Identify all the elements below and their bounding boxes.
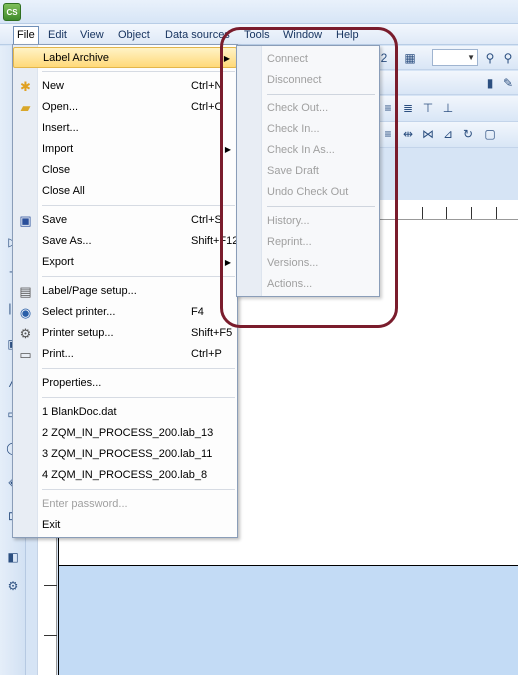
menu-item-exit[interactable]: Exit — [13, 515, 237, 536]
submenu-item-actions: Actions... — [267, 278, 313, 290]
new-document-icon: ✱ — [20, 79, 31, 94]
menu-data-sources[interactable]: Data sources — [162, 27, 233, 43]
table-icon[interactable]: ▦ — [402, 50, 418, 66]
menu-item-open[interactable]: ▰ Open... Ctrl+O — [13, 97, 237, 118]
label-archive-submenu: Connect Disconnect Check Out... Check In… — [236, 45, 380, 297]
ruler-tick — [44, 585, 57, 586]
zoom-out-icon[interactable]: ⚲ — [500, 50, 516, 66]
menu-help[interactable]: Help — [333, 27, 362, 43]
recent-file-item[interactable]: 1 BlankDoc.dat — [13, 402, 237, 423]
zoom-combo[interactable]: ▼ — [432, 49, 478, 66]
submenu-item-undo-check-out: Undo Check Out — [267, 186, 349, 198]
save-disk-icon: ▣ — [19, 213, 32, 228]
submenu-item-versions: Versions... — [267, 257, 319, 269]
menu-item-new[interactable]: ✱ New Ctrl+N — [13, 76, 237, 97]
menu-separator — [42, 368, 235, 369]
menu-file[interactable]: File — [13, 26, 39, 45]
menu-item-print[interactable]: ▭ Print... Ctrl+P — [13, 344, 237, 365]
menu-item-printer-setup[interactable]: ⚙ Printer setup... Shift+F5 — [13, 323, 237, 344]
ruler-tick — [446, 207, 447, 219]
title-bar: CS — [0, 0, 518, 24]
ruler-tick — [422, 207, 423, 219]
menu-separator — [267, 206, 375, 207]
menu-view[interactable]: View — [77, 27, 107, 43]
menu-item-label-archive[interactable]: Label Archive ▶ — [13, 47, 237, 68]
printer-settings-icon: ⚙ — [19, 326, 32, 341]
zoom-in-icon[interactable]: ⚲ — [482, 50, 498, 66]
recent-file-item[interactable]: 3 ZQM_IN_PROCESS_200.lab_11 — [13, 444, 237, 465]
menu-separator — [42, 205, 235, 206]
menu-item-label-page-setup[interactable]: ▤ Label/Page setup... — [13, 281, 237, 302]
menu-window[interactable]: Window — [280, 27, 325, 43]
menu-object[interactable]: Object — [115, 27, 153, 43]
select-printer-icon: ◉ — [19, 305, 32, 320]
menu-separator — [42, 397, 235, 398]
printer-icon: ▭ — [19, 347, 32, 362]
align-center-icon[interactable]: ≣ — [400, 100, 416, 116]
rotate-icon[interactable]: ↻ — [460, 126, 476, 142]
menu-separator — [42, 276, 235, 277]
ruler-tick — [471, 207, 472, 219]
align-top-icon[interactable]: ⊤ — [420, 100, 436, 116]
submenu-item-check-in-as: Check In As... — [267, 144, 335, 156]
submenu-item-check-out: Check Out... — [267, 102, 329, 114]
size-icon[interactable]: ▢ — [482, 126, 498, 142]
submenu-arrow-icon: ▶ — [223, 54, 230, 63]
submenu-item-save-draft: Save Draft — [267, 165, 319, 177]
ruler-tick — [396, 207, 397, 219]
ruler-tick — [44, 635, 57, 636]
menu-item-close-all[interactable]: Close All — [13, 181, 237, 202]
menu-separator — [42, 71, 235, 72]
submenu-item-check-in: Check In... — [267, 123, 320, 135]
menu-item-properties[interactable]: Properties... — [13, 373, 237, 394]
menu-item-enter-password: Enter password... — [42, 498, 128, 510]
menu-separator — [42, 489, 235, 490]
chevron-down-icon: ▼ — [467, 53, 475, 62]
wizard-icon[interactable]: ✎ — [500, 75, 516, 91]
menu-item-insert[interactable]: Insert... — [13, 118, 237, 139]
align-left-icon[interactable]: ≡ — [380, 100, 396, 116]
submenu-item-reprint: Reprint... — [267, 236, 312, 248]
submenu-arrow-icon: ▶ — [224, 258, 231, 267]
page-setup-icon: ▤ — [19, 284, 32, 299]
ruler-tick — [496, 207, 497, 219]
menu-item-select-printer[interactable]: ◉ Select printer... F4 — [13, 302, 237, 323]
layers-icon[interactable]: ◧ — [5, 549, 21, 565]
submenu-item-history: History... — [267, 215, 310, 227]
folder-open-icon: ▰ — [20, 100, 31, 115]
menu-item-import[interactable]: Import ▶ — [13, 139, 237, 160]
submenu-arrow-icon: ▶ — [224, 145, 231, 154]
recent-file-item[interactable]: 4 ZQM_IN_PROCESS_200.lab_8 — [13, 465, 237, 486]
menu-separator — [267, 94, 375, 95]
workspace-background — [58, 565, 518, 675]
flip-icon[interactable]: ⊿ — [440, 126, 456, 142]
menu-bar: File Edit View Object Data sources Tools… — [0, 24, 518, 45]
distribute-icon[interactable]: ≡ — [380, 126, 396, 142]
space-equal-icon[interactable]: ⋈ — [420, 126, 436, 142]
space-horizontal-icon[interactable]: ⇹ — [400, 126, 416, 142]
menu-tools[interactable]: Tools — [241, 27, 273, 43]
menu-item-save[interactable]: ▣ Save Ctrl+S — [13, 210, 237, 231]
menu-item-export[interactable]: Export ▶ — [13, 252, 237, 273]
database-icon[interactable]: ▮ — [482, 75, 498, 91]
align-bottom-icon[interactable]: ⊥ — [440, 100, 456, 116]
menu-item-save-as[interactable]: Save As... Shift+F12 — [13, 231, 238, 252]
settings-icon[interactable]: ⚙ — [5, 578, 21, 594]
app-icon: CS — [3, 3, 21, 21]
recent-file-item[interactable]: 2 ZQM_IN_PROCESS_200.lab_13 — [13, 423, 237, 444]
menu-edit[interactable]: Edit — [45, 27, 70, 43]
submenu-item-disconnect: Disconnect — [267, 74, 322, 86]
submenu-item-connect: Connect — [267, 53, 308, 65]
file-menu-dropdown: Label Archive ▶ ✱ New Ctrl+N ▰ Open... C… — [12, 44, 238, 538]
menu-item-close[interactable]: Close — [13, 160, 237, 181]
